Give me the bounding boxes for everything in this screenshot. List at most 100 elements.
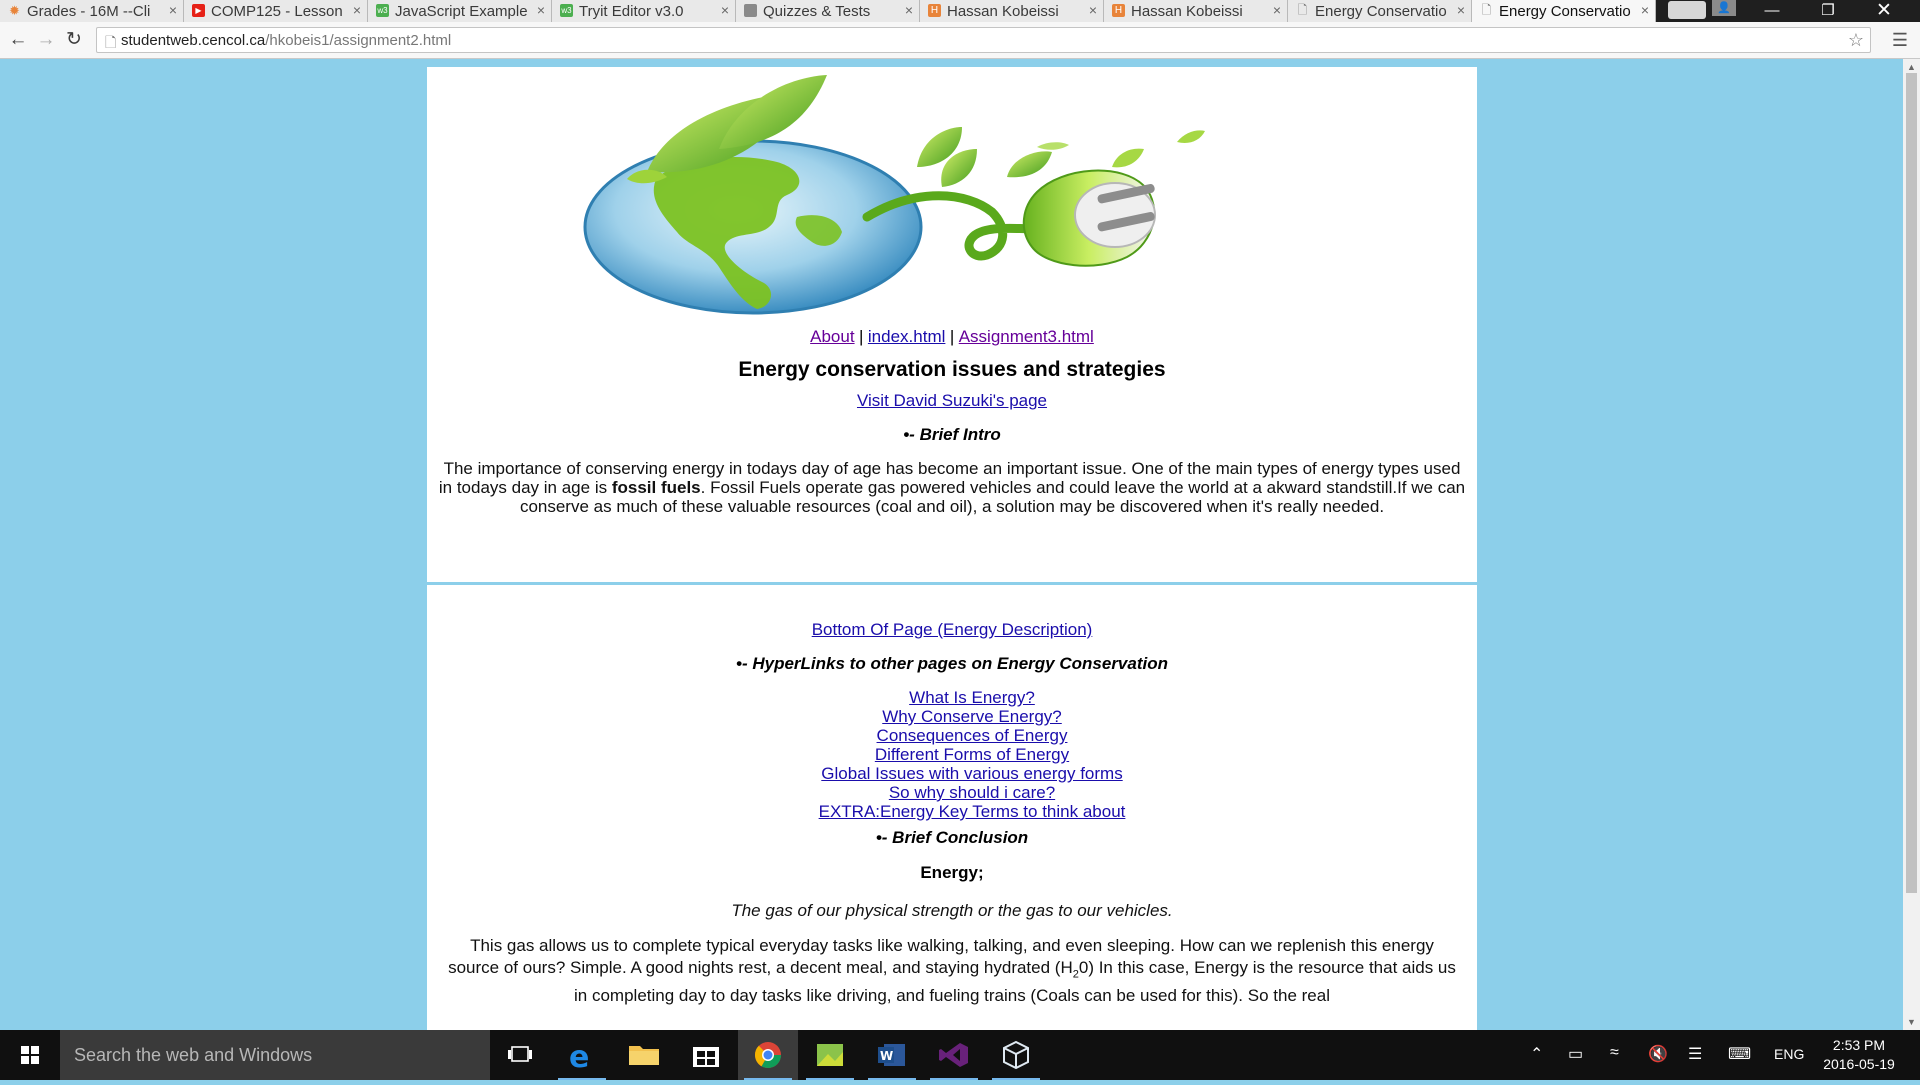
action-center-icon[interactable]: ☰: [1688, 1044, 1702, 1064]
chrome-icon[interactable]: [738, 1030, 798, 1080]
tab-label: Tryit Editor v3.0: [579, 3, 684, 20]
assignment3-link[interactable]: Assignment3.html: [959, 327, 1094, 346]
battery-icon[interactable]: ▭: [1568, 1044, 1583, 1064]
file-explorer-icon[interactable]: [614, 1030, 674, 1080]
tab-comp125[interactable]: ▶ COMP125 - Lesson ×: [184, 0, 368, 22]
tab-label: Quizzes & Tests: [763, 3, 871, 20]
visual-studio-icon[interactable]: [924, 1030, 984, 1080]
index-link[interactable]: index.html: [868, 327, 945, 346]
w3schools-icon: w3: [376, 4, 389, 17]
tab-grades[interactable]: ✹ Grades - 16M --Cli ×: [0, 0, 184, 22]
page-title: Energy conservation issues and strategie…: [738, 358, 1166, 381]
w3schools-icon: w3: [560, 4, 573, 17]
tab-label: Energy Conservatio: [1499, 3, 1631, 20]
tab-close-icon[interactable]: ×: [905, 2, 913, 18]
energy-tagline-wrap: The gas of our physical strength or the …: [427, 901, 1477, 921]
tab-energy-1[interactable]: 🗋 Energy Conservatio ×: [1288, 0, 1472, 22]
tab-close-icon[interactable]: ×: [353, 2, 361, 18]
tab-label: Hassan Kobeissi: [947, 3, 1059, 20]
page-info-icon[interactable]: 🗋: [105, 32, 116, 56]
tab-close-icon[interactable]: ×: [537, 2, 545, 18]
new-tab-button[interactable]: [1668, 1, 1706, 19]
tab-label: Hassan Kobeissi: [1131, 3, 1243, 20]
tab-close-icon[interactable]: ×: [1457, 2, 1465, 18]
link-global-issues[interactable]: Global Issues with various energy forms: [447, 764, 1497, 783]
url-text: studentweb.cencol.ca/hkobeis1/assignment…: [121, 32, 451, 49]
photos-app-icon[interactable]: [800, 1030, 860, 1080]
bookmark-star-icon[interactable]: ☆: [1848, 30, 1864, 51]
intro-heading: Brief Intro: [919, 425, 1001, 444]
nav-separator: |: [859, 327, 864, 346]
tab-close-icon[interactable]: ×: [1273, 2, 1281, 18]
link-energy-key-terms[interactable]: EXTRA:Energy Key Terms to think about: [447, 802, 1497, 821]
task-view-icon[interactable]: [490, 1030, 550, 1080]
link-why-should-i-care[interactable]: So why should i care?: [447, 783, 1497, 802]
svg-text:e: e: [569, 1040, 589, 1075]
tab-quizzes[interactable]: Quizzes & Tests ×: [736, 0, 920, 22]
energy-globe-banner-image: [583, 75, 1205, 315]
tab-energy-active[interactable]: 🗋 Energy Conservatio ×: [1472, 0, 1656, 23]
clock[interactable]: 2:53 PM 2016-05-19: [1814, 1036, 1904, 1074]
volume-muted-icon[interactable]: 🔇: [1648, 1044, 1668, 1064]
minimize-button[interactable]: —: [1744, 0, 1800, 22]
david-suzuki-link[interactable]: Visit David Suzuki's page: [857, 391, 1047, 410]
page-icon: 🗋: [1297, 3, 1308, 17]
conclusion-heading-wrap: •- Brief Conclusion: [427, 828, 1477, 848]
close-window-button[interactable]: ✕: [1856, 0, 1912, 22]
scrollbar-thumb[interactable]: [1906, 73, 1917, 893]
link-what-is-energy[interactable]: What Is Energy?: [447, 688, 1497, 707]
tab-close-icon[interactable]: ×: [721, 2, 729, 18]
tab-label: Energy Conservatio: [1315, 3, 1447, 20]
taskbar-search-box[interactable]: Search the web and Windows: [60, 1030, 490, 1080]
link-consequences-of-energy[interactable]: Consequences of Energy: [447, 726, 1497, 745]
clock-date: 2016-05-19: [1823, 1056, 1895, 1072]
tab-hassan-2[interactable]: H Hassan Kobeissi ×: [1104, 0, 1288, 22]
tab-label: Grades - 16M --Cli: [27, 3, 151, 20]
language-indicator[interactable]: ENG: [1774, 1046, 1804, 1062]
about-link[interactable]: About: [810, 327, 854, 346]
tab-close-icon[interactable]: ×: [169, 2, 177, 18]
link-why-conserve-energy[interactable]: Why Conserve Energy?: [447, 707, 1497, 726]
wifi-icon[interactable]: ≈: [1610, 1044, 1619, 1062]
page-scrollbar[interactable]: ▲ ▼: [1903, 59, 1920, 1030]
energy-label: Energy;: [920, 863, 984, 882]
back-arrow-icon[interactable]: ←: [6, 28, 30, 52]
link-different-forms-of-energy[interactable]: Different Forms of Energy: [447, 745, 1497, 764]
word-icon[interactable]: W: [862, 1030, 922, 1080]
tab-hassan-1[interactable]: H Hassan Kobeissi ×: [920, 0, 1104, 22]
suzuki-link-wrap: Visit David Suzuki's page: [427, 391, 1477, 411]
browser-toolbar: ← → ↻ 🗋 studentweb.cencol.ca/hkobeis1/as…: [0, 22, 1920, 59]
star-icon: ✹: [9, 3, 20, 18]
html-icon: H: [1112, 4, 1125, 17]
3d-box-app-icon[interactable]: [986, 1030, 1046, 1080]
bottom-of-page-link[interactable]: Bottom Of Page (Energy Description): [812, 620, 1093, 639]
menu-icon[interactable]: ☰: [1888, 28, 1912, 52]
tab-javascript-example[interactable]: w3 JavaScript Example ×: [368, 0, 552, 22]
keyboard-icon[interactable]: ⌨: [1728, 1044, 1751, 1064]
youtube-icon: ▶: [192, 4, 205, 17]
restore-button[interactable]: ❐: [1800, 0, 1856, 22]
conclusion-heading: Brief Conclusion: [892, 828, 1029, 847]
tab-label: JavaScript Example: [395, 3, 528, 20]
scroll-down-arrow-icon[interactable]: ▼: [1907, 1017, 1916, 1027]
document-icon: [744, 4, 757, 17]
top-nav: About | index.html | Assignment3.html: [427, 327, 1477, 347]
edge-icon[interactable]: e: [552, 1030, 612, 1080]
forward-arrow-icon[interactable]: →: [34, 28, 58, 52]
reload-icon[interactable]: ↻: [62, 28, 86, 52]
intro-paragraph: The importance of conserving energy in t…: [435, 459, 1469, 516]
url-host: studentweb.cencol.ca: [121, 32, 266, 49]
show-hidden-icons-icon[interactable]: ⌃: [1530, 1044, 1543, 1064]
tab-tryit-editor[interactable]: w3 Tryit Editor v3.0 ×: [552, 0, 736, 22]
tab-close-icon[interactable]: ×: [1641, 2, 1649, 18]
tab-close-icon[interactable]: ×: [1089, 2, 1097, 18]
url-path: /hkobeis1/assignment2.html: [265, 32, 452, 49]
address-bar[interactable]: 🗋 studentweb.cencol.ca/hkobeis1/assignme…: [96, 27, 1871, 53]
store-icon[interactable]: [676, 1030, 736, 1080]
page-icon: 🗋: [1481, 3, 1492, 17]
profile-icon[interactable]: 👤: [1712, 0, 1736, 16]
conclusion-paragraph: This gas allows us to complete typical e…: [447, 935, 1457, 1007]
scroll-up-arrow-icon[interactable]: ▲: [1907, 62, 1916, 72]
clock-time: 2:53 PM: [1832, 1037, 1886, 1053]
start-button[interactable]: [0, 1030, 60, 1080]
